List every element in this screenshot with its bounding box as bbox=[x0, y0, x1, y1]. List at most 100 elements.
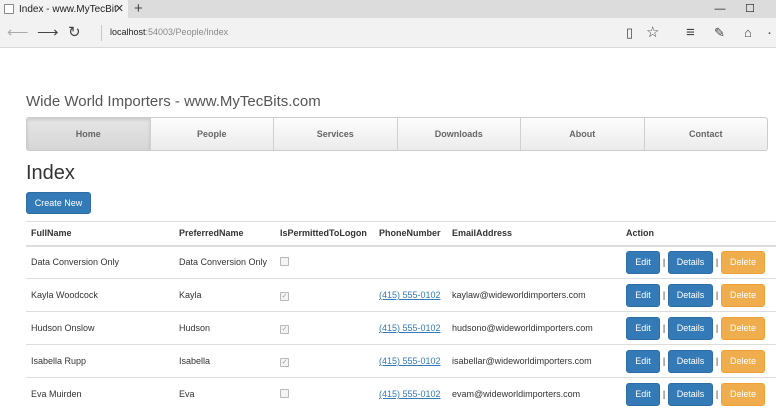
action-separator: | bbox=[715, 389, 719, 400]
action-separator: | bbox=[715, 323, 719, 333]
permitted-checkbox bbox=[280, 256, 289, 266]
permitted-checkbox bbox=[280, 388, 289, 398]
delete-button[interactable]: Delete bbox=[721, 250, 765, 274]
cell-ispermitted: ✓ bbox=[275, 311, 374, 345]
cell-ispermitted bbox=[275, 245, 374, 279]
permitted-checkbox: ✓ bbox=[280, 357, 289, 367]
action-separator: | bbox=[715, 257, 719, 268]
menu-item-home[interactable]: Home bbox=[27, 118, 151, 150]
cell-preferredname: Kayla bbox=[174, 278, 275, 312]
address-path: :54003/People/Index bbox=[145, 27, 229, 37]
phone-link[interactable]: (415) 555-0102 bbox=[379, 323, 441, 333]
details-button[interactable]: Details bbox=[668, 349, 713, 373]
cell-email bbox=[447, 245, 621, 279]
minimize-window-icon[interactable]: — bbox=[708, 0, 732, 18]
table-row: Isabella Rupp Isabella ✓ (415) 555-0102 isab… bbox=[26, 344, 776, 378]
create-new-button[interactable]: Create New bbox=[26, 192, 91, 214]
menu-item-about[interactable]: About bbox=[521, 118, 645, 150]
delete-button[interactable]: Delete bbox=[721, 382, 765, 406]
cell-preferredname: Hudson bbox=[174, 311, 275, 345]
column-header-email: EmailAddress bbox=[447, 221, 621, 247]
reading-view-icon[interactable]: ▯ bbox=[626, 23, 633, 43]
cell-phone: (415) 555-0102 bbox=[374, 377, 447, 411]
action-separator: | bbox=[662, 389, 666, 400]
share-icon[interactable]: ⌂ bbox=[744, 23, 752, 43]
forward-arrow-icon[interactable]: ⟶ bbox=[37, 23, 59, 43]
column-header-phone: PhoneNumber bbox=[374, 221, 447, 247]
browser-tab-title: Index - www.MyTecBits.c bbox=[19, 3, 117, 15]
web-note-icon[interactable]: ✎ bbox=[714, 23, 725, 43]
cell-fullname: Eva Muirden bbox=[26, 377, 174, 411]
cell-preferredname: Isabella bbox=[174, 344, 275, 378]
more-options-icon[interactable]: · bbox=[767, 23, 772, 43]
page-heading: Index bbox=[26, 162, 75, 184]
cell-email: evam@wideworldimporters.com bbox=[447, 377, 621, 411]
delete-button[interactable]: Delete bbox=[721, 316, 765, 340]
cell-fullname: Isabella Rupp bbox=[26, 344, 174, 378]
details-button[interactable]: Details bbox=[668, 250, 713, 274]
delete-button[interactable]: Delete bbox=[721, 349, 765, 373]
address-host: localhost bbox=[110, 27, 146, 37]
cell-preferredname: Data Conversion Only bbox=[174, 245, 275, 279]
menu-item-services[interactable]: Services bbox=[274, 118, 398, 150]
edit-button[interactable]: Edit bbox=[626, 250, 660, 274]
main-menu: Home People Services Downloads About Con… bbox=[26, 117, 768, 151]
page-favicon-icon bbox=[4, 4, 14, 14]
action-separator: | bbox=[715, 356, 719, 366]
action-separator: | bbox=[662, 356, 666, 366]
cell-actions: Edit | Details | Delete bbox=[621, 278, 776, 312]
cell-fullname: Data Conversion Only bbox=[26, 245, 174, 279]
cell-actions: Edit | Details | Delete bbox=[621, 245, 776, 279]
edit-button[interactable]: Edit bbox=[626, 316, 660, 340]
menu-item-downloads[interactable]: Downloads bbox=[398, 118, 521, 150]
maximize-window-icon[interactable]: ☐ bbox=[738, 0, 762, 18]
action-separator: | bbox=[662, 323, 666, 333]
cell-ispermitted bbox=[275, 377, 374, 411]
cell-phone: (415) 555-0102 bbox=[374, 344, 447, 378]
edit-button[interactable]: Edit bbox=[626, 349, 660, 373]
refresh-icon[interactable]: ↻ bbox=[68, 23, 81, 43]
phone-link[interactable]: (415) 555-0102 bbox=[379, 389, 441, 399]
table-header-row: FullName PreferredName IsPermittedToLogo… bbox=[26, 221, 776, 247]
browser-tab-strip: Index - www.MyTecBits.c ✕ + — ☐ bbox=[0, 0, 776, 18]
menu-item-people[interactable]: People bbox=[151, 118, 274, 150]
edit-button[interactable]: Edit bbox=[626, 382, 660, 406]
table-row: Data Conversion Only Data Conversion Only… bbox=[26, 245, 776, 279]
cell-actions: Edit | Details | Delete bbox=[621, 311, 776, 345]
details-button[interactable]: Details bbox=[668, 283, 713, 307]
permitted-checkbox: ✓ bbox=[280, 291, 289, 301]
table-row: Kayla Woodcock Kayla ✓ (415) 555-0102 kaylaw… bbox=[26, 278, 776, 312]
new-tab-icon[interactable]: + bbox=[134, 0, 143, 18]
phone-link[interactable]: (415) 555-0102 bbox=[379, 356, 441, 366]
site-title: Wide World Importers - www.MyTecBits.com bbox=[26, 93, 321, 110]
permitted-checkbox: ✓ bbox=[280, 324, 289, 334]
table-row: Eva Muirden Eva (415) 555-0102 evam@widewor… bbox=[26, 377, 776, 411]
cell-email: hudsono@wideworldimporters.com bbox=[447, 311, 621, 345]
back-arrow-icon[interactable]: ⟵ bbox=[7, 23, 29, 43]
people-table: FullName PreferredName IsPermittedToLogo… bbox=[26, 221, 776, 411]
column-header-ispermitted: IsPermittedToLogon bbox=[275, 221, 374, 247]
cell-email: kaylaw@wideworldimporters.com bbox=[447, 278, 621, 312]
cell-actions: Edit | Details | Delete bbox=[621, 377, 776, 411]
details-button[interactable]: Details bbox=[668, 316, 713, 340]
close-tab-icon[interactable]: ✕ bbox=[115, 2, 124, 15]
favorite-star-icon[interactable]: ☆ bbox=[646, 23, 659, 43]
phone-link[interactable]: (415) 555-0102 bbox=[379, 290, 441, 300]
menu-item-contact[interactable]: Contact bbox=[645, 118, 768, 150]
hub-menu-icon[interactable]: ≡ bbox=[686, 23, 695, 43]
details-button[interactable]: Details bbox=[668, 382, 713, 406]
cell-ispermitted: ✓ bbox=[275, 278, 374, 312]
cell-phone: (415) 555-0102 bbox=[374, 278, 447, 312]
cell-preferredname: Eva bbox=[174, 377, 275, 411]
column-header-fullname: FullName bbox=[26, 221, 174, 247]
cell-fullname: Hudson Onslow bbox=[26, 311, 174, 345]
cell-ispermitted: ✓ bbox=[275, 344, 374, 378]
table-row: Hudson Onslow Hudson ✓ (415) 555-0102 hudson… bbox=[26, 311, 776, 345]
browser-tab[interactable]: Index - www.MyTecBits.c ✕ bbox=[0, 0, 128, 18]
column-header-action: Action bbox=[621, 221, 776, 247]
column-header-preferredname: PreferredName bbox=[174, 221, 275, 247]
edit-button[interactable]: Edit bbox=[626, 283, 660, 307]
delete-button[interactable]: Delete bbox=[721, 283, 765, 307]
address-bar[interactable]: localhost:54003/People/Index bbox=[110, 27, 228, 37]
address-divider bbox=[101, 25, 102, 41]
